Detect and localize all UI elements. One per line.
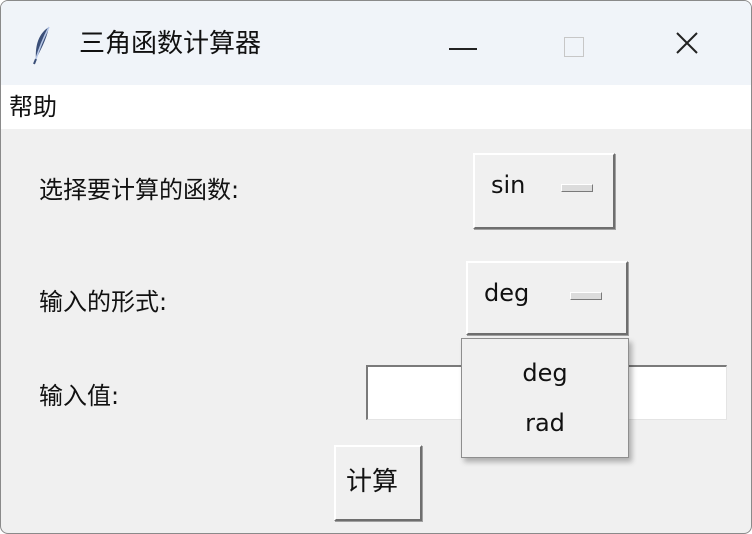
function-label: 选择要计算的函数:	[39, 176, 240, 204]
maximize-icon	[564, 37, 584, 57]
input-label: 输入值:	[39, 382, 120, 410]
app-window: 三角函数计算器 帮助 选择要计算的函数: sin 输入的形式: deg 输入值:…	[0, 0, 752, 534]
menu-bar	[1, 85, 751, 129]
close-icon	[676, 32, 698, 54]
calculate-button[interactable]: 计算	[334, 445, 422, 521]
format-select[interactable]: deg	[466, 261, 628, 335]
dropdown-option-deg[interactable]: deg	[462, 357, 628, 389]
format-label: 输入的形式:	[39, 288, 168, 316]
minimize-icon	[449, 48, 477, 50]
menu-item-help[interactable]: 帮助	[5, 91, 61, 123]
function-select-value: sin	[491, 171, 526, 199]
calculate-button-label: 计算	[346, 467, 399, 497]
feather-icon	[31, 25, 53, 65]
title-bar[interactable]: 三角函数计算器	[1, 1, 751, 85]
format-dropdown-menu: deg rad	[461, 338, 629, 458]
close-button[interactable]	[631, 1, 741, 85]
dropdown-option-rad[interactable]: rad	[462, 407, 628, 439]
format-select-value: deg	[484, 279, 530, 307]
maximize-button[interactable]	[519, 1, 629, 85]
minimize-button[interactable]	[409, 1, 519, 85]
option-indicator-icon	[561, 184, 593, 192]
window-title: 三角函数计算器	[79, 29, 262, 59]
option-indicator-icon	[570, 292, 602, 300]
function-select[interactable]: sin	[473, 153, 615, 229]
